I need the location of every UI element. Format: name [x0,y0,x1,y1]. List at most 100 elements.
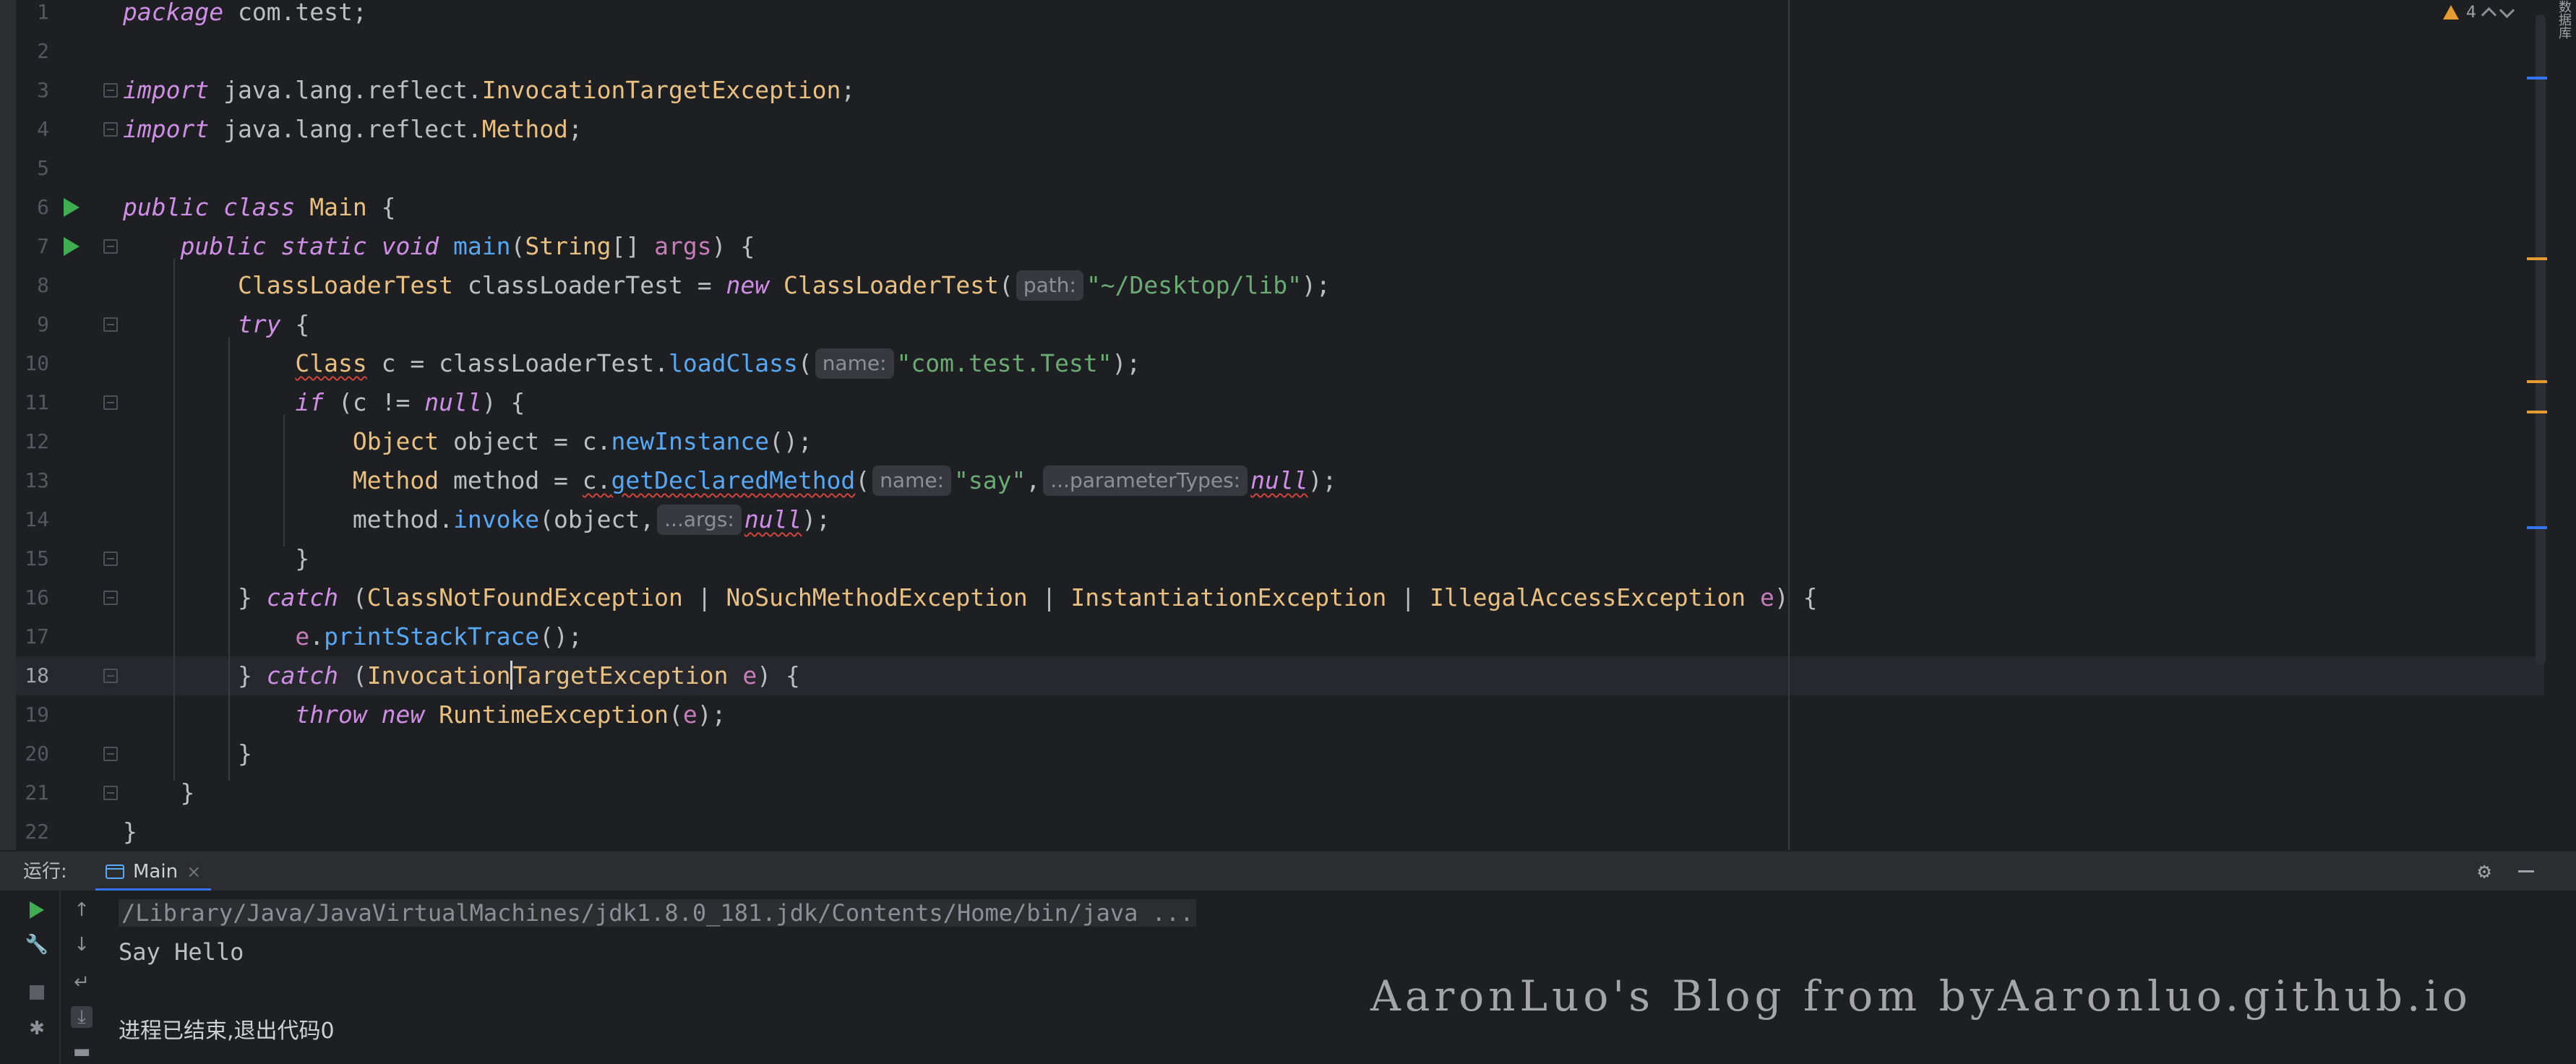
code-line[interactable]: 15 } [0,539,2544,578]
code-text[interactable]: } [123,734,252,773]
code-text[interactable]: Method method = c.getDeclaredMethod(name… [123,461,1336,500]
line-number[interactable]: 22 [16,812,49,851]
fold-marker-icon[interactable] [103,669,118,683]
line-number[interactable]: 6 [16,188,49,227]
editor-scrollbar[interactable] [2536,14,2546,665]
console-line-command[interactable]: /Library/Java/JavaVirtualMachines/jdk1.8… [119,893,1197,932]
scroll-marker-warning[interactable] [2527,411,2547,413]
code-text[interactable]: public static void main(String[] args) { [123,227,755,266]
scroll-marker-warning[interactable] [2527,380,2547,383]
tab-main[interactable]: Main × [95,851,212,892]
line-number[interactable]: 13 [16,461,49,500]
code-line[interactable]: 14 method.invoke(object, ...args: null); [0,500,2544,539]
code-line[interactable]: 3 import java.lang.reflect.InvocationTarg… [0,71,2544,110]
code-text[interactable]: } [123,812,137,851]
code-line[interactable]: 19 throw new RuntimeException(e); [0,695,2544,734]
line-number[interactable]: 9 [16,305,49,344]
run-gutter-icon[interactable] [64,237,80,256]
code-line[interactable]: 5 [0,149,2544,188]
line-number[interactable]: 17 [16,617,49,656]
scroll-marker-info[interactable] [2527,77,2547,80]
scroll-marker-info[interactable] [2527,526,2547,529]
code-text[interactable]: Class c = classLoaderTest.loadClass(name… [123,344,1141,383]
fold-marker-icon[interactable] [103,239,118,254]
fold-marker-icon[interactable] [103,591,118,605]
line-number[interactable]: 11 [16,383,49,422]
code-line[interactable]: 16 } catch (ClassNotFoundException | NoS… [0,578,2544,617]
line-number[interactable]: 2 [16,32,49,71]
code-text[interactable]: } [123,539,309,578]
line-number[interactable]: 1 [16,0,49,32]
code-editor[interactable]: 1 package com.test; 2 3 import java.lang.ref… [0,0,2576,850]
line-number[interactable]: 16 [16,578,49,617]
fold-marker-icon[interactable] [103,786,118,800]
code-line[interactable]: 6 public class Main { [0,188,2544,227]
line-number[interactable]: 14 [16,500,49,539]
code-line[interactable]: 1 package com.test; [0,0,2544,32]
line-number[interactable]: 12 [16,422,49,461]
fold-marker-icon[interactable] [103,83,118,98]
run-gutter-icon[interactable] [64,198,80,217]
code-text[interactable]: ClassLoaderTest classLoaderTest = new Cl… [123,266,1331,305]
line-number[interactable]: 10 [16,344,49,383]
database-tool-window-tab[interactable]: 数据库 [2551,0,2576,43]
up-stack-button[interactable]: ↑ [71,899,93,921]
code-text[interactable]: if (c != null) { [123,383,525,422]
line-number[interactable]: 8 [16,266,49,305]
code-text[interactable]: public class Main { [123,188,396,227]
scroll-marker-warning[interactable] [2527,257,2547,260]
fold-marker-icon[interactable] [103,122,118,137]
code-line[interactable]: 9 try { [0,305,2544,344]
stop-button[interactable] [26,982,48,1003]
scroll-to-end-button[interactable]: ⤓ [71,1006,93,1028]
code-text[interactable]: import java.lang.reflect.Method; [123,110,583,149]
code-text[interactable]: try { [123,305,309,344]
line-number[interactable]: 3 [16,71,49,110]
code-line[interactable]: 11 if (c != null) { [0,383,2544,422]
code-line[interactable]: 7 public static void main(String[] args)… [0,227,2544,266]
code-line[interactable]: 18 } catch (InvocationTargetException e)… [0,656,2544,695]
code-line[interactable]: 20 } [0,734,2544,773]
next-problem-icon[interactable] [2499,2,2515,18]
fold-marker-icon[interactable] [103,552,118,566]
fold-marker-icon[interactable] [103,317,118,332]
code-text[interactable]: package com.test; [123,0,367,32]
code-line[interactable]: 12 Object object = c.newInstance(); [0,422,2544,461]
code-line[interactable]: 2 [0,32,2544,71]
code-text[interactable]: } [123,773,194,812]
code-line[interactable]: 17 e.printStackTrace(); [0,617,2544,656]
line-number[interactable]: 5 [16,149,49,188]
code-line[interactable]: 4 import java.lang.reflect.Method; [0,110,2544,149]
line-number[interactable]: 21 [16,773,49,812]
line-number[interactable]: 19 [16,695,49,734]
code-line[interactable]: 13 Method method = c.getDeclaredMethod(n… [0,461,2544,500]
debug-button[interactable]: ✱ [26,1018,48,1039]
line-number[interactable]: 18 [16,656,49,695]
line-number[interactable]: 20 [16,734,49,773]
code-line[interactable]: 8 ClassLoaderTest classLoaderTest = new … [0,266,2544,305]
minimize-icon[interactable] [2518,870,2534,872]
code-text[interactable]: } catch (InvocationTargetException e) { [123,656,800,695]
down-stack-button[interactable]: ↓ [71,934,93,956]
modify-run-config-button[interactable]: 🔧 [25,934,48,956]
code-line[interactable]: 22} [0,812,2544,851]
previous-problem-icon[interactable] [2481,7,2497,22]
fold-marker-icon[interactable] [103,395,118,410]
code-text[interactable]: throw new RuntimeException(e); [123,695,726,734]
code-text[interactable]: } catch (ClassNotFoundException | NoSuch… [123,578,1818,617]
code-text[interactable]: Object object = c.newInstance(); [123,422,812,461]
line-number[interactable]: 15 [16,539,49,578]
fold-marker-icon[interactable] [103,747,118,761]
gear-icon[interactable]: ⚙ [2478,860,2491,883]
line-number[interactable]: 7 [16,227,49,266]
code-text[interactable]: e.printStackTrace(); [123,617,582,656]
code-text[interactable]: import java.lang.reflect.InvocationTarge… [123,71,855,110]
close-icon[interactable]: × [186,862,201,882]
console-command[interactable]: /Library/Java/JavaVirtualMachines/jdk1.8… [119,899,1197,927]
soft-wrap-button[interactable]: ↵ [71,971,93,993]
code-line[interactable]: 21 } [0,773,2544,812]
line-number[interactable]: 4 [16,110,49,149]
problems-indicator[interactable]: 4 [2443,1,2515,23]
rerun-button[interactable] [26,899,48,921]
print-button[interactable]: ▬ [71,1041,93,1063]
